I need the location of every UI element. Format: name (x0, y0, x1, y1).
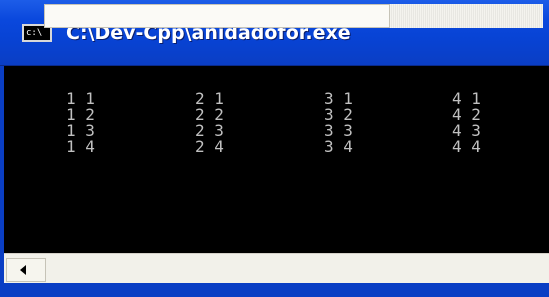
console-window: c:\ C:\Dev-Cpp\anidadofor.exe 1 1 2 1 3 … (0, 0, 549, 297)
arrow-left-icon (20, 265, 26, 275)
output-cell: 3 4 (324, 137, 353, 156)
output-cell: 4 4 (452, 137, 481, 156)
output-cell: 1 4 (66, 137, 95, 156)
scroll-thumb[interactable] (44, 4, 390, 28)
console-output-area[interactable]: 1 1 2 1 3 1 4 1 1 2 2 2 3 2 4 2 1 3 2 3 … (4, 66, 549, 253)
output-row: 1 4 2 4 3 4 4 4 (4, 139, 549, 155)
scroll-left-button[interactable] (6, 258, 46, 282)
horizontal-scrollbar[interactable] (4, 253, 549, 283)
output-cell: 2 4 (195, 137, 224, 156)
window-bottom-border (0, 283, 549, 297)
